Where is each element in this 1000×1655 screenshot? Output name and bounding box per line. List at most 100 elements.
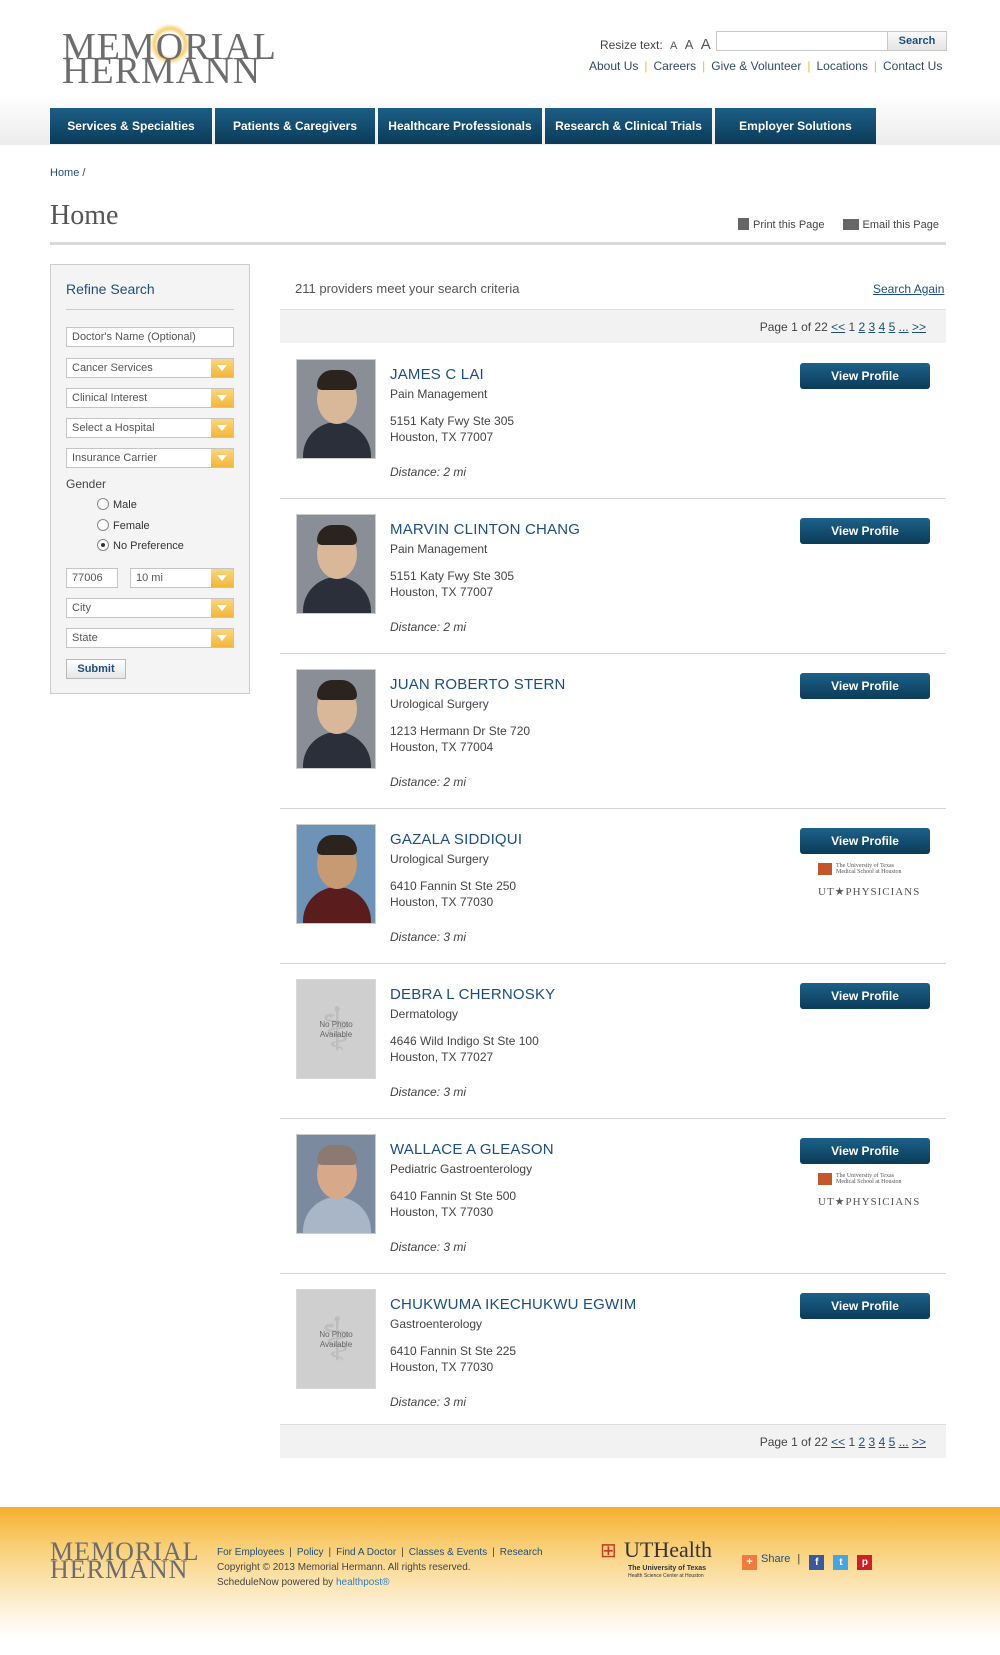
footer-link-research[interactable]: Research xyxy=(500,1547,543,1558)
nav-employer-solutions[interactable]: Employer Solutions xyxy=(715,108,876,144)
footer-copyright: Copyright © 2013 Memorial Hermann. All r… xyxy=(217,1562,471,1573)
pager-page-2[interactable]: 2 xyxy=(859,1435,866,1449)
contact-us-link[interactable]: Contact Us xyxy=(883,59,942,73)
provider-photo[interactable] xyxy=(296,824,376,924)
share-plus-icon[interactable]: + xyxy=(742,1555,757,1570)
pager-page-3[interactable]: 3 xyxy=(869,1435,876,1449)
provider-name[interactable]: JAMES C LAI xyxy=(390,366,484,383)
ut-logo-line2: Medical School at Houston xyxy=(836,869,902,875)
provider-name[interactable]: DEBRA L CHERNOSKY xyxy=(390,986,555,1003)
provider-name[interactable]: MARVIN CLINTON CHANG xyxy=(390,521,580,538)
view-profile-button[interactable]: View Profile xyxy=(800,518,930,544)
gender-male-radio[interactable]: Male xyxy=(97,498,137,511)
gender-female-radio[interactable]: Female xyxy=(97,519,150,532)
pager-ellipsis[interactable]: ... xyxy=(899,1435,909,1449)
view-profile-button[interactable]: View Profile xyxy=(800,1138,930,1164)
pager-next[interactable]: >> xyxy=(912,320,926,334)
pager-page-5[interactable]: 5 xyxy=(889,1435,896,1449)
radius-select[interactable]: 10 mi xyxy=(130,568,234,588)
pager-page-4[interactable]: 4 xyxy=(879,320,886,334)
footer-link-employees[interactable]: For Employees xyxy=(217,1547,284,1558)
uthealth-name: UTHealth xyxy=(624,1537,712,1562)
view-profile-button[interactable]: View Profile xyxy=(800,673,930,699)
provider-address-line1: 1213 Hermann Dr Ste 720 xyxy=(390,724,531,738)
provider-address-line2: Houston, TX 77007 xyxy=(390,430,494,444)
view-profile-button[interactable]: View Profile xyxy=(800,828,930,854)
footer-link-find-doctor[interactable]: Find A Doctor xyxy=(336,1547,396,1558)
share-label[interactable]: Share xyxy=(761,1553,790,1565)
provider-photo[interactable] xyxy=(296,669,376,769)
pager-page-3[interactable]: 3 xyxy=(869,320,876,334)
provider-photo-placeholder[interactable]: ⚕ No Photo Available xyxy=(296,979,376,1079)
memorial-hermann-logo[interactable]: MEMORIAL HERMANN xyxy=(62,24,276,92)
nav-healthcare-professionals[interactable]: Healthcare Professionals xyxy=(378,108,542,144)
email-page-link[interactable]: Email this Page xyxy=(863,219,939,231)
healthpost-logo[interactable]: healthpost® xyxy=(336,1577,390,1588)
nav-patients-caregivers[interactable]: Patients & Caregivers xyxy=(215,108,375,144)
print-icon[interactable] xyxy=(738,218,749,230)
nav-research-clinical-trials[interactable]: Research & Clinical Trials xyxy=(545,108,712,144)
pager-page-2[interactable]: 2 xyxy=(859,320,866,334)
doctor-name-input[interactable]: Doctor's Name (Optional) xyxy=(66,327,234,347)
state-select[interactable]: State xyxy=(66,628,234,648)
gender-label: Gender xyxy=(66,477,107,491)
provider-address-line2: Houston, TX 77004 xyxy=(390,740,494,754)
provider-photo[interactable] xyxy=(296,1134,376,1234)
footer-link-policy[interactable]: Policy xyxy=(297,1547,324,1558)
search-again-link[interactable]: Search Again xyxy=(873,282,944,296)
print-page-link[interactable]: Print this Page xyxy=(753,219,825,231)
breadcrumb-home[interactable]: Home xyxy=(50,167,79,179)
zip-input[interactable]: 77006 xyxy=(66,568,118,588)
pager-prev[interactable]: << xyxy=(831,320,845,334)
city-select[interactable]: City xyxy=(66,598,234,618)
no-photo-line1: No Photo xyxy=(319,1330,353,1339)
gender-no-preference-label: No Preference xyxy=(113,540,184,552)
text-size-medium[interactable]: A xyxy=(685,37,694,52)
pager-page-5[interactable]: 5 xyxy=(889,320,896,334)
provider-photo[interactable] xyxy=(296,359,376,459)
provider-photo[interactable] xyxy=(296,514,376,614)
locations-link[interactable]: Locations xyxy=(816,59,867,73)
provider-name[interactable]: GAZALA SIDDIQUI xyxy=(390,831,522,848)
view-profile-button[interactable]: View Profile xyxy=(800,1293,930,1319)
hospital-select[interactable]: Select a Hospital xyxy=(66,418,234,438)
pager-next[interactable]: >> xyxy=(912,1435,926,1449)
footer-link-classes-events[interactable]: Classes & Events xyxy=(409,1547,487,1558)
clinical-interest-select[interactable]: Clinical Interest xyxy=(66,388,234,408)
breadcrumb: Home / xyxy=(50,167,85,179)
email-icon[interactable] xyxy=(842,219,859,230)
refine-search-panel: Refine Search Doctor's Name (Optional) C… xyxy=(50,264,250,694)
page-title: Home xyxy=(50,200,119,231)
text-size-large[interactable]: A xyxy=(701,36,711,53)
pinterest-icon[interactable]: p xyxy=(857,1555,873,1570)
facebook-icon[interactable]: f xyxy=(809,1555,825,1570)
careers-link[interactable]: Careers xyxy=(653,59,696,73)
twitter-icon[interactable]: t xyxy=(833,1555,849,1570)
site-search-button[interactable]: Search xyxy=(887,31,947,51)
logo-line-2: HERMANN xyxy=(62,50,262,92)
pager-ellipsis[interactable]: ... xyxy=(899,320,909,334)
give-volunteer-link[interactable]: Give & Volunteer xyxy=(711,59,801,73)
footer-link-separator: | xyxy=(289,1547,292,1558)
ut-shield-icon xyxy=(818,863,832,875)
nav-services-specialties[interactable]: Services & Specialties xyxy=(50,108,212,144)
view-profile-button[interactable]: View Profile xyxy=(800,363,930,389)
provider-name[interactable]: CHUKWUMA IKECHUKWU EGWIM xyxy=(390,1296,636,1313)
insurance-select[interactable]: Insurance Carrier xyxy=(66,448,234,468)
submit-button[interactable]: Submit xyxy=(66,659,126,679)
footer-link-separator: | xyxy=(492,1547,495,1558)
provider-distance: Distance: 2 mi xyxy=(390,465,467,479)
pager-page-4[interactable]: 4 xyxy=(879,1435,886,1449)
pager-prev[interactable]: << xyxy=(831,1435,845,1449)
view-profile-button[interactable]: View Profile xyxy=(800,983,930,1009)
provider-photo-placeholder[interactable]: ⚕ No Photo Available xyxy=(296,1289,376,1389)
about-us-link[interactable]: About Us xyxy=(589,59,638,73)
site-search-input[interactable] xyxy=(716,31,888,51)
provider-name[interactable]: WALLACE A GLEASON xyxy=(390,1141,554,1158)
photo-hair xyxy=(317,1145,357,1165)
provider-name[interactable]: JUAN ROBERTO STERN xyxy=(390,676,566,693)
gender-no-preference-radio[interactable]: No Preference xyxy=(97,539,184,552)
photo-body xyxy=(303,887,371,923)
service-select[interactable]: Cancer Services xyxy=(66,358,234,378)
text-size-small[interactable]: A xyxy=(670,40,677,52)
